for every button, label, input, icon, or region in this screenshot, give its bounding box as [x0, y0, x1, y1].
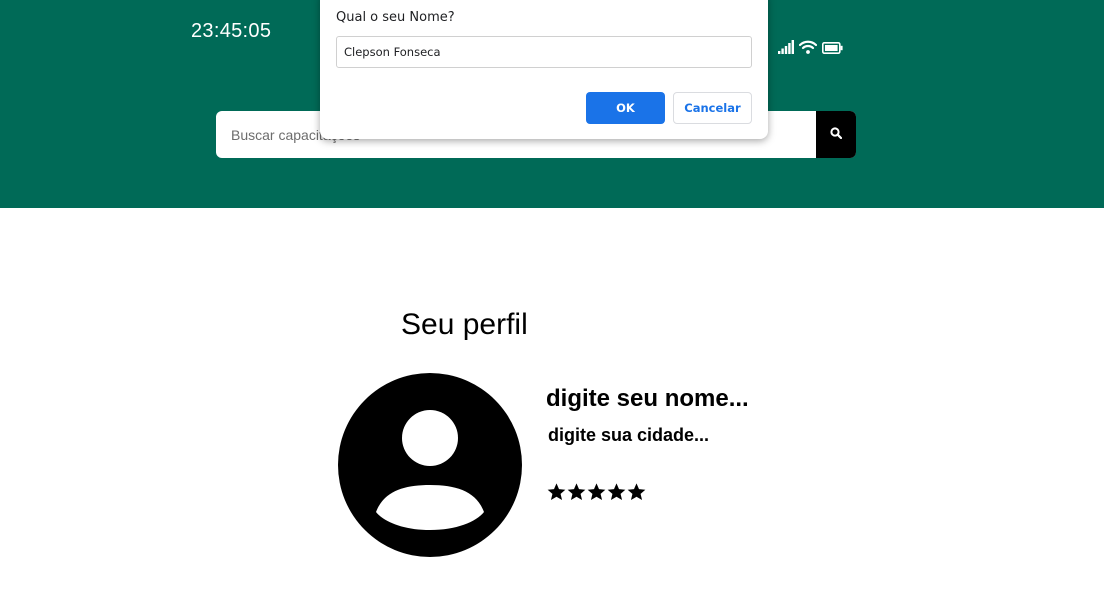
search-button[interactable] — [816, 111, 856, 158]
status-icons — [778, 40, 843, 59]
rating-stars — [547, 483, 646, 506]
star-icon — [567, 483, 586, 506]
profile-city: digite sua cidade... — [548, 425, 710, 445]
dialog-title: Qual o seu Nome? — [336, 10, 455, 25]
prompt-dialog: Qual o seu Nome? OK Cancelar — [320, 0, 768, 139]
cancel-button[interactable]: Cancelar — [673, 92, 752, 124]
dialog-name-input[interactable] — [336, 36, 752, 68]
clock: 23:45:05 — [191, 20, 272, 42]
ok-button[interactable]: OK — [586, 92, 665, 124]
search-icon — [830, 127, 843, 142]
user-avatar-icon — [338, 373, 522, 557]
star-icon — [627, 483, 646, 506]
battery-icon — [822, 41, 843, 59]
star-icon — [607, 483, 626, 506]
profile-title: Seu perfil — [401, 308, 528, 341]
star-icon — [587, 483, 606, 506]
wifi-icon — [798, 40, 818, 59]
signal-icon — [778, 40, 794, 59]
profile-name: digite seu nome... — [546, 385, 749, 412]
star-icon — [547, 483, 566, 506]
